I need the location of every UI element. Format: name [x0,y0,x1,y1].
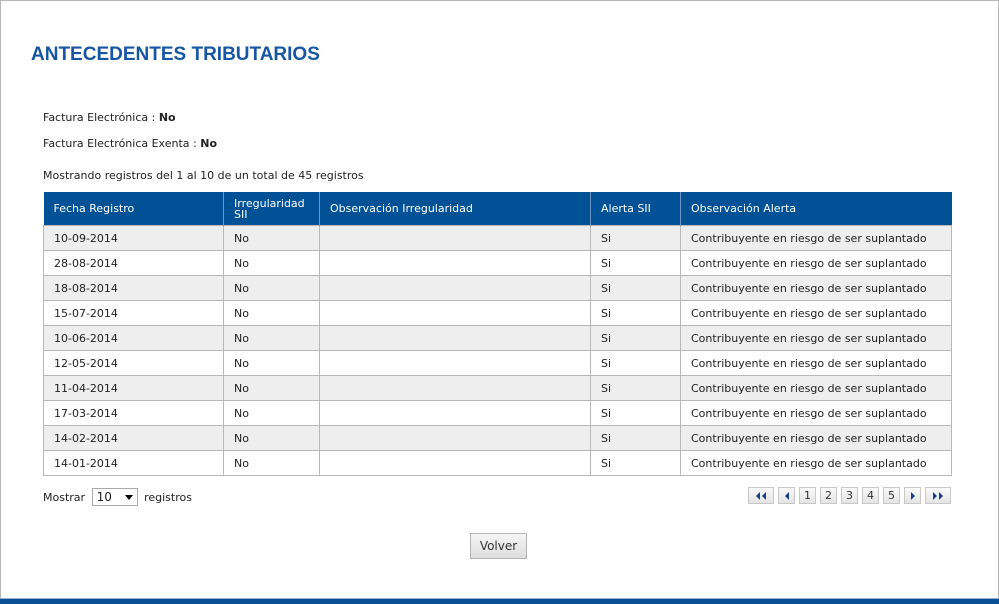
header-observacion-irregularidad[interactable]: Observación Irregularidad [319,192,591,226]
table-header-row: Fecha Registro Irregularidad SII Observa… [43,192,952,226]
table-row: 10-09-2014 No Si Contribuyente en riesgo… [43,225,952,251]
cell-alerta: Si [590,275,681,301]
cell-irregularidad: No [223,375,320,401]
page-button-2[interactable]: 2 [820,487,837,504]
cell-irregularidad: No [223,275,320,301]
page-length-control: Mostrar 10 registros [43,488,192,507]
cell-fecha: 14-01-2014 [43,450,224,476]
cell-alerta: Si [590,225,681,251]
cell-observacion-alerta: Contribuyente en riesgo de ser suplantad… [680,425,952,451]
first-page-icon [756,491,766,500]
table-footer: Mostrar 10 registros 1 2 3 4 5 [43,485,951,509]
cell-observacion-irregularidad [319,350,591,376]
factura-exenta-value: No [200,137,217,150]
header-observacion-alerta[interactable]: Observación Alerta [680,192,952,226]
factura-exenta-label: Factura Electrónica Exenta : [43,137,201,150]
cell-fecha: 12-05-2014 [43,350,224,376]
page-button-3[interactable]: 3 [841,487,858,504]
cell-observacion-irregularidad [319,375,591,401]
page-title: ANTECEDENTES TRIBUTARIOS [31,44,320,65]
cell-irregularidad: No [223,250,320,276]
bottom-bar [0,598,999,604]
cell-fecha: 10-06-2014 [43,325,224,351]
header-fecha-registro[interactable]: Fecha Registro [43,192,224,226]
cell-irregularidad: No [223,425,320,451]
table-row: 28-08-2014 No Si Contribuyente en riesgo… [43,250,952,276]
header-irregularidad-sii[interactable]: Irregularidad SII [223,192,320,226]
table-row: 10-06-2014 No Si Contribuyente en riesgo… [43,325,952,351]
cell-observacion-alerta: Contribuyente en riesgo de ser suplantad… [680,450,952,476]
cell-observacion-irregularidad [319,400,591,426]
page-button-1[interactable]: 1 [799,487,816,504]
antecedentes-table: Fecha Registro Irregularidad SII Observa… [43,192,952,476]
cell-observacion-alerta: Contribuyente en riesgo de ser suplantad… [680,275,952,301]
cell-fecha: 14-02-2014 [43,425,224,451]
page-button-4[interactable]: 4 [862,487,879,504]
factura-exenta-info: Factura Electrónica Exenta : No [43,137,217,150]
page-button-5[interactable]: 5 [883,487,900,504]
page-length-select[interactable]: 10 [91,488,138,506]
factura-electronica-label: Factura Electrónica : [43,111,159,124]
cell-observacion-alerta: Contribuyente en riesgo de ser suplantad… [680,350,952,376]
cell-observacion-irregularidad [319,425,591,451]
cell-observacion-alerta: Contribuyente en riesgo de ser suplantad… [680,250,952,276]
cell-fecha: 17-03-2014 [43,400,224,426]
cell-alerta: Si [590,375,681,401]
last-page-icon [933,491,943,500]
table-row: 18-08-2014 No Si Contribuyente en riesgo… [43,275,952,301]
cell-fecha: 28-08-2014 [43,250,224,276]
cell-alerta: Si [590,450,681,476]
cell-observacion-irregularidad [319,450,591,476]
page-length-prefix: Mostrar [43,491,86,504]
cell-observacion-alerta: Contribuyente en riesgo de ser suplantad… [680,400,952,426]
page-length-suffix: registros [144,491,192,504]
cell-alerta: Si [590,250,681,276]
factura-electronica-info: Factura Electrónica : No [43,111,176,124]
table-row: 17-03-2014 No Si Contribuyente en riesgo… [43,400,952,426]
cell-observacion-irregularidad [319,325,591,351]
cell-observacion-irregularidad [319,225,591,251]
cell-observacion-irregularidad [319,300,591,326]
table-row: 15-07-2014 No Si Contribuyente en riesgo… [43,300,952,326]
next-page-button[interactable] [904,487,921,504]
page-length-value: 10 [96,490,112,504]
pagination: 1 2 3 4 5 [748,487,951,504]
first-page-button[interactable] [748,487,774,504]
factura-electronica-value: No [158,111,176,124]
cell-observacion-alerta: Contribuyente en riesgo de ser suplantad… [680,300,952,326]
table-row: 11-04-2014 No Si Contribuyente en riesgo… [43,375,952,401]
cell-alerta: Si [590,325,681,351]
cell-irregularidad: No [223,225,320,251]
volver-button[interactable]: Volver [470,533,527,559]
cell-alerta: Si [590,400,681,426]
cell-irregularidad: No [223,400,320,426]
cell-fecha: 11-04-2014 [43,375,224,401]
cell-observacion-irregularidad [319,275,591,301]
cell-alerta: Si [590,425,681,451]
chevron-down-icon [124,495,133,500]
table-row: 12-05-2014 No Si Contribuyente en riesgo… [43,350,952,376]
records-info: Mostrando registros del 1 al 10 de un to… [43,169,364,182]
next-page-icon [910,491,915,500]
cell-observacion-alerta: Contribuyente en riesgo de ser suplantad… [680,225,952,251]
previous-page-button[interactable] [778,487,795,504]
previous-page-icon [784,491,789,500]
last-page-button[interactable] [925,487,951,504]
cell-alerta: Si [590,300,681,326]
cell-irregularidad: No [223,450,320,476]
cell-observacion-alerta: Contribuyente en riesgo de ser suplantad… [680,375,952,401]
table-row: 14-02-2014 No Si Contribuyente en riesgo… [43,425,952,451]
cell-fecha: 18-08-2014 [43,275,224,301]
cell-irregularidad: No [223,350,320,376]
cell-observacion-irregularidad [319,250,591,276]
header-alerta-sii[interactable]: Alerta SII [590,192,681,226]
cell-fecha: 15-07-2014 [43,300,224,326]
cell-fecha: 10-09-2014 [43,225,224,251]
cell-irregularidad: No [223,300,320,326]
cell-irregularidad: No [223,325,320,351]
cell-observacion-alerta: Contribuyente en riesgo de ser suplantad… [680,325,952,351]
cell-alerta: Si [590,350,681,376]
table-row: 14-01-2014 No Si Contribuyente en riesgo… [43,450,952,476]
